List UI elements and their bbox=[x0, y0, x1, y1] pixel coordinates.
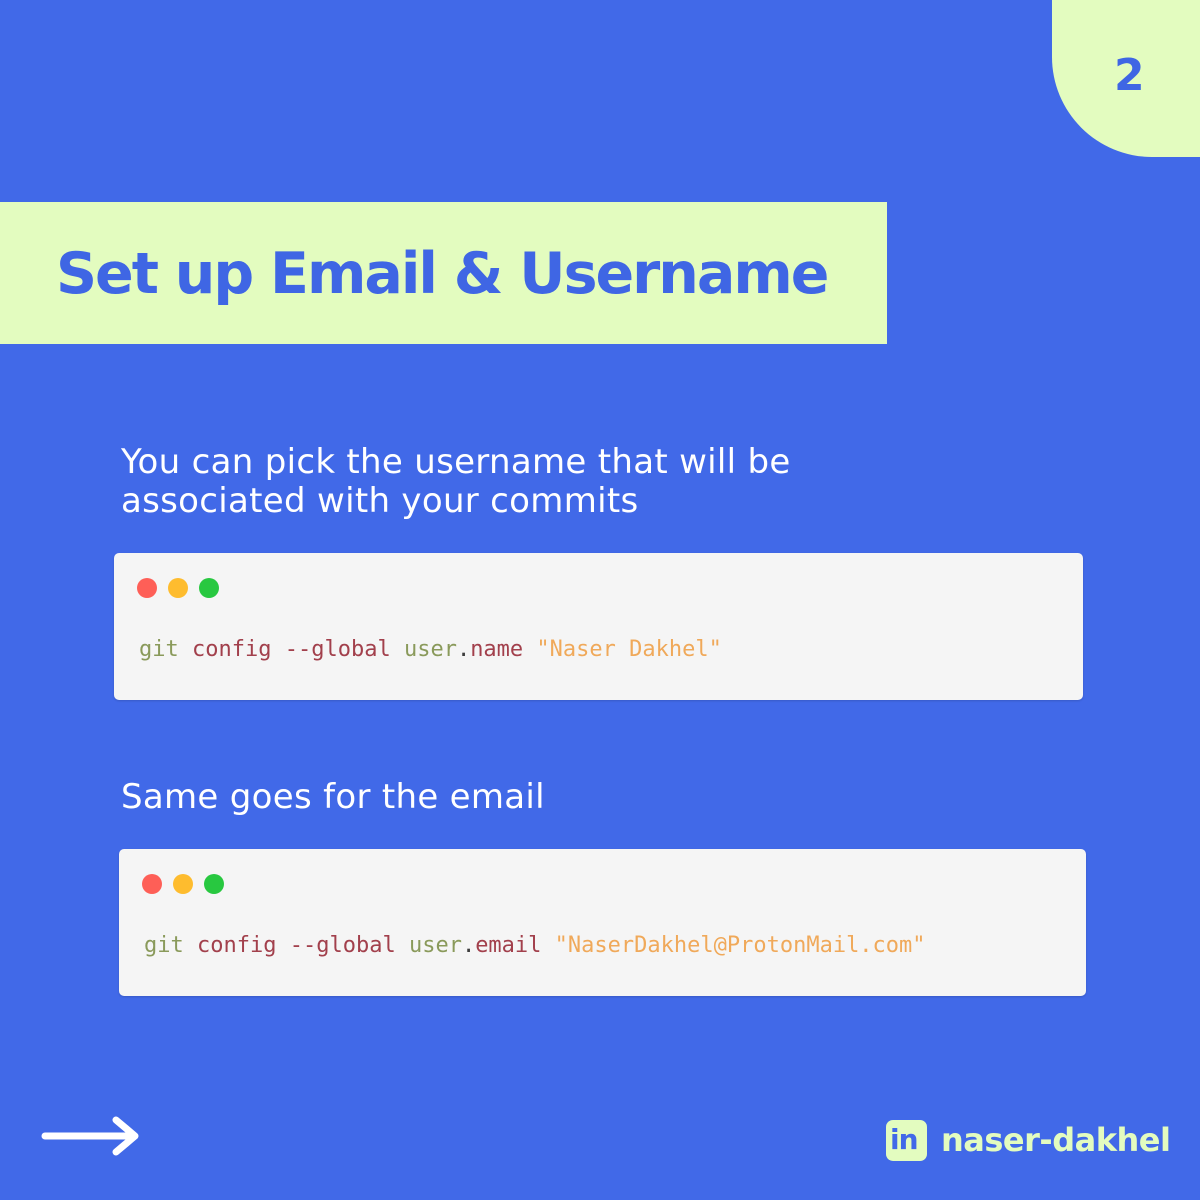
close-dot-icon bbox=[142, 874, 162, 894]
code-key-object: user bbox=[403, 637, 457, 662]
code-key-property: name bbox=[470, 637, 524, 662]
code-command: git bbox=[139, 637, 179, 662]
email-caption: Same goes for the email bbox=[121, 777, 545, 817]
code-key-separator: . bbox=[456, 637, 471, 662]
handle-text: naser-dakhel bbox=[941, 1121, 1171, 1159]
code-command: git bbox=[144, 933, 184, 958]
linkedin-icon-text: in bbox=[890, 1122, 919, 1156]
maximize-dot-icon bbox=[199, 578, 219, 598]
code-flag: --global bbox=[284, 637, 391, 662]
linkedin-handle[interactable]: in naser-dakhel bbox=[886, 1119, 1171, 1161]
window-controls bbox=[137, 578, 230, 598]
username-code-block: git config --global user.name "Naser Dak… bbox=[114, 553, 1083, 700]
code-value: "Naser Dakhel" bbox=[536, 637, 722, 662]
username-caption: You can pick the username that will be a… bbox=[121, 442, 791, 521]
minimize-dot-icon bbox=[173, 874, 193, 894]
code-flag: --global bbox=[289, 933, 396, 958]
code-key-separator: . bbox=[461, 933, 476, 958]
code-subcommand: config bbox=[192, 637, 272, 662]
email-code-block: git config --global user.email "NaserDak… bbox=[119, 849, 1086, 996]
page-number: 2 bbox=[1114, 50, 1145, 101]
arrow-right-icon[interactable] bbox=[40, 1114, 142, 1158]
linkedin-icon: in bbox=[886, 1119, 927, 1161]
minimize-dot-icon bbox=[168, 578, 188, 598]
code-key-object: user bbox=[408, 933, 462, 958]
code-subcommand: config bbox=[197, 933, 277, 958]
window-controls bbox=[142, 874, 235, 894]
close-dot-icon bbox=[137, 578, 157, 598]
code-value: "NaserDakhel@ProtonMail.com" bbox=[554, 933, 926, 958]
page-title: Set up Email & Username bbox=[56, 241, 829, 307]
email-command: git config --global user.email "NaserDak… bbox=[144, 931, 926, 961]
maximize-dot-icon bbox=[204, 874, 224, 894]
username-command: git config --global user.name "Naser Dak… bbox=[139, 635, 722, 665]
title-band: Set up Email & Username bbox=[0, 202, 887, 344]
page-number-badge: 2 bbox=[1052, 0, 1200, 157]
code-key-property: email bbox=[475, 933, 542, 958]
